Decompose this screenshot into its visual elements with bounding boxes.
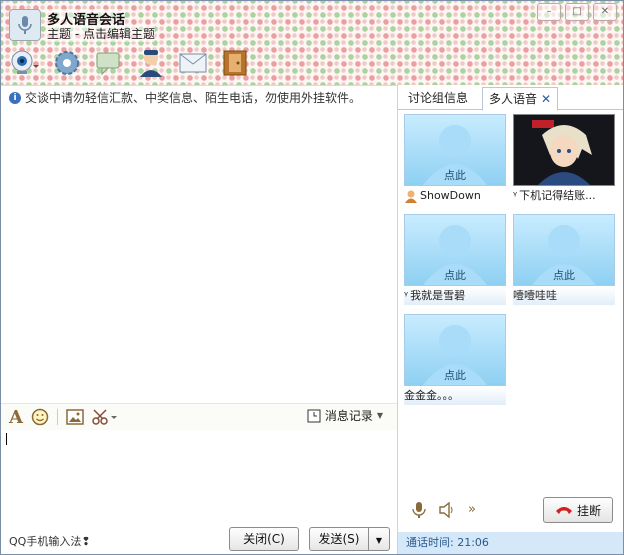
- click-hint: 点此: [553, 269, 575, 282]
- participant-card[interactable]: 点此 噎噎哇哇: [513, 214, 615, 306]
- participant-card[interactable]: 点此 金金金。。。: [404, 314, 506, 406]
- click-hint: 点此: [444, 169, 466, 182]
- message-history-area[interactable]: [1, 109, 397, 399]
- close-tab-icon[interactable]: ✕: [541, 92, 551, 106]
- participant-name-text: ShowDown: [420, 189, 481, 202]
- chevron-down-icon: ▼: [375, 536, 383, 545]
- mail-icon[interactable]: [177, 47, 209, 79]
- camera-icon[interactable]: [9, 47, 41, 79]
- send-options-button[interactable]: ▼: [368, 527, 390, 551]
- participant-name-text: 我就是雪碧: [410, 289, 466, 302]
- participant-name-text: 下机记得结账...: [519, 189, 596, 202]
- bottom-bar: QQ手机输入法❢ 关闭(C) 发送(S) ▼: [1, 521, 397, 554]
- user-status-icon: [405, 190, 417, 203]
- ime-label[interactable]: QQ手机输入法❢: [9, 533, 91, 549]
- close-button[interactable]: 关闭(C): [229, 527, 299, 551]
- format-toolbar: A 消息记录 ▼: [1, 403, 397, 430]
- click-hint: 点此: [444, 369, 466, 382]
- participant-card[interactable]: 点此 ᵞ 我就是雪碧: [404, 214, 506, 306]
- security-notice: i 交谈中请勿轻信汇款、中奖信息、陌生电话，勿使用外挂软件。: [9, 89, 361, 106]
- participant-avatar[interactable]: 点此: [404, 214, 506, 286]
- tab-label: 多人语音: [489, 92, 538, 106]
- main-toolbar: [9, 47, 251, 79]
- participant-name: ᵞ 我就是雪碧: [404, 287, 506, 305]
- group-avatar[interactable]: [9, 9, 41, 41]
- participant-avatar[interactable]: 点此: [513, 214, 615, 286]
- scissors-icon[interactable]: [92, 407, 118, 427]
- participant-name-text: 金金金。。。: [404, 389, 459, 402]
- hangup-label: 挂断: [576, 503, 601, 518]
- info-icon: i: [9, 91, 21, 104]
- notice-text: 交谈中请勿轻信汇款、中奖信息、陌生电话，勿使用外挂软件。: [25, 91, 362, 105]
- participant-avatar[interactable]: 点此: [404, 314, 506, 386]
- participant-name: 噎噎哇哇: [513, 287, 615, 305]
- microphone-icon[interactable]: [412, 501, 426, 519]
- participant-name: ᵞ 下机记得结账...: [513, 187, 615, 205]
- clock-icon: [307, 409, 321, 422]
- anime-avatar-icon: [514, 115, 614, 185]
- speaker-icon[interactable]: [438, 502, 456, 518]
- text-caret: [6, 433, 7, 445]
- message-input[interactable]: [1, 429, 397, 521]
- tab-voice-chat[interactable]: 多人语音 ✕: [482, 87, 559, 111]
- settings-icon[interactable]: [51, 47, 83, 79]
- font-icon[interactable]: A: [9, 407, 23, 428]
- participant-avatar[interactable]: [513, 114, 615, 186]
- title-bar: 多人语音会话 主题 - 点击编辑主题 – □ ✕: [1, 1, 623, 86]
- participant-card[interactable]: ᵞ 下机记得结账...: [513, 114, 615, 206]
- call-time: 通话时间: 21:06: [398, 532, 623, 554]
- user-icon[interactable]: [135, 47, 167, 79]
- side-panel: 讨论组信息 多人语音 ✕ 点此 ShowDown ᵞ 下机记得结账... 点此 …: [398, 85, 623, 554]
- phone-hangup-icon: [555, 507, 572, 514]
- emoji-icon[interactable]: [31, 407, 49, 427]
- tab-group-info[interactable]: 讨论组信息: [402, 87, 474, 109]
- participant-name-text: 噎噎哇哇: [513, 289, 557, 302]
- image-icon[interactable]: [66, 407, 84, 427]
- chat-icon[interactable]: [93, 47, 125, 79]
- side-tabs: 讨论组信息 多人语音 ✕: [398, 85, 623, 111]
- maximize-icon[interactable]: □: [565, 3, 589, 21]
- close-icon[interactable]: ✕: [593, 3, 617, 21]
- participant-card[interactable]: 点此 ShowDown: [404, 114, 506, 206]
- voice-prefix: ᵞ: [513, 189, 518, 202]
- message-history-button[interactable]: 消息记录 ▼: [307, 407, 383, 424]
- hangup-button[interactable]: 挂断: [543, 497, 613, 523]
- participant-avatar[interactable]: 点此: [404, 114, 506, 186]
- more-options-icon[interactable]: »: [468, 502, 476, 517]
- history-label: 消息记录: [324, 409, 373, 423]
- tab-label: 讨论组信息: [408, 91, 469, 105]
- voice-chat-window: 多人语音会话 主题 - 点击编辑主题 – □ ✕ i 交谈中请勿轻信汇款、中奖信…: [0, 0, 624, 555]
- microphone-icon: [18, 16, 32, 34]
- voice-prefix: ᵞ: [404, 289, 409, 302]
- exit-icon[interactable]: [219, 47, 251, 79]
- minimize-icon[interactable]: –: [537, 3, 561, 21]
- send-button[interactable]: 发送(S): [309, 527, 369, 551]
- window-subtitle[interactable]: 主题 - 点击编辑主题: [47, 25, 155, 42]
- click-hint: 点此: [444, 269, 466, 282]
- participant-name: ShowDown: [404, 187, 506, 205]
- participant-name: 金金金。。。: [404, 387, 506, 405]
- voice-controls: » 挂断: [398, 497, 623, 529]
- chevron-down-icon: ▼: [376, 411, 383, 420]
